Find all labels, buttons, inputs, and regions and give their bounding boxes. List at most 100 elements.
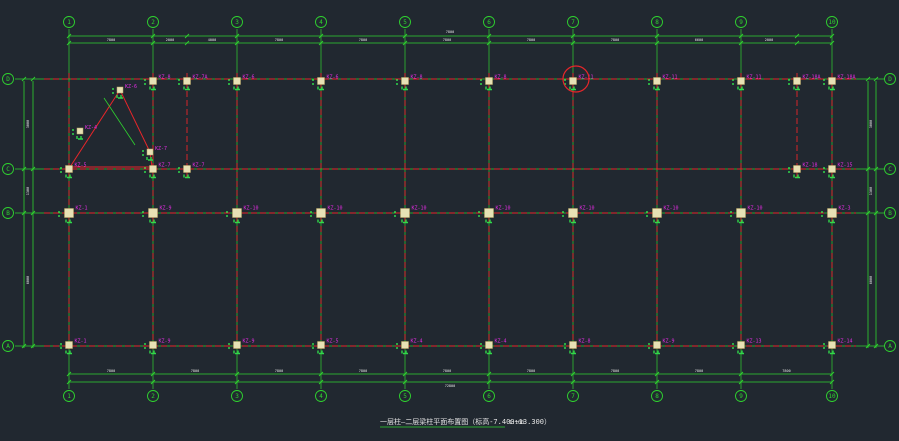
column-label: KZ-10 <box>748 206 763 212</box>
column-section <box>317 341 325 349</box>
column-section <box>149 77 157 85</box>
column-section <box>317 77 325 85</box>
column-label: KZ-9 <box>160 206 172 212</box>
axis-label-5: 5 <box>403 393 407 400</box>
column-section <box>569 341 577 349</box>
column-section <box>65 341 73 349</box>
column-label: KZ-5 <box>75 163 87 169</box>
dimension-text-right: 6000 <box>869 276 873 284</box>
column-section <box>736 208 746 218</box>
dimension-text-left: 3000 <box>26 120 30 128</box>
axis-label-C: C <box>888 166 892 173</box>
column-label: KZ-11 <box>579 75 594 81</box>
dimension-text-left: 6000 <box>26 276 30 284</box>
column-label: KZ-15 <box>838 163 853 169</box>
column-label: KZ-4 <box>495 339 507 345</box>
dimension-text-top: 4000 <box>208 38 216 42</box>
column-section <box>828 77 836 85</box>
axis-label-D: D <box>6 76 10 83</box>
column-section <box>569 77 577 85</box>
column-label: KZ-6 <box>327 75 339 81</box>
column-section <box>737 341 745 349</box>
column-section <box>485 341 493 349</box>
dimension-text-top: 7800 <box>527 38 535 42</box>
column-section <box>652 208 662 218</box>
column-section <box>65 165 73 173</box>
column-label: KZ-4 <box>411 339 423 345</box>
dimension-text-top: 7800 <box>359 38 367 42</box>
dimension-text-right: 1300 <box>869 187 873 195</box>
column-section <box>828 165 836 173</box>
dimension-text-bottom: 7800 <box>191 369 199 373</box>
column-section <box>233 341 241 349</box>
dimension-text-top: 7800 <box>611 38 619 42</box>
axis-label-8: 8 <box>655 393 659 400</box>
column-label: KZ-6 <box>243 75 255 81</box>
column-label: KZ-18A <box>838 75 856 81</box>
column-section <box>400 208 410 218</box>
column-section <box>116 86 124 94</box>
dimension-text-left: 1300 <box>26 187 30 195</box>
column-label: KZ-7 <box>159 163 171 169</box>
axis-label-A: A <box>888 343 892 350</box>
axis-label-B: B <box>6 210 10 217</box>
axis-label-6: 6 <box>487 19 491 26</box>
drawing-canvas[interactable]: 7800 2000 4000 7800 7800 7800 7800 7800 6600 2000… <box>0 0 899 441</box>
column-section <box>653 341 661 349</box>
column-label: KZ-10 <box>496 206 511 212</box>
column-section <box>64 208 74 218</box>
column-section <box>401 77 409 85</box>
axis-label-1: 1 <box>67 393 71 400</box>
axis-label-7: 7 <box>571 19 575 26</box>
column-label: KZ-8 <box>579 339 591 345</box>
dimension-text-top: 7800 <box>275 38 283 42</box>
column-section <box>183 165 191 173</box>
column-section <box>232 208 242 218</box>
dimension-text-bottom: 7800 <box>443 369 451 373</box>
column-section <box>233 77 241 85</box>
axis-label-2: 2 <box>151 393 155 400</box>
column-label: KZ-11 <box>747 75 762 81</box>
column-label: KZ-10 <box>328 206 343 212</box>
column-label: KZ-11 <box>663 75 678 81</box>
column-label: KZ-1 <box>75 339 87 345</box>
column-label: KZ-18A <box>803 75 821 81</box>
column-label: KZ-9 <box>159 339 171 345</box>
column-section <box>484 208 494 218</box>
column-label: KZ-13 <box>747 339 762 345</box>
dimension-text-top: 2000 <box>166 38 174 42</box>
column-section <box>485 77 493 85</box>
column-label: KZ-14 <box>838 339 853 345</box>
column-label: KZ-8 <box>159 75 171 81</box>
column-section <box>828 341 836 349</box>
column-section <box>148 208 158 218</box>
axis-label-9: 9 <box>739 393 743 400</box>
axis-label-C: C <box>6 166 10 173</box>
axis-label-3: 3 <box>235 393 239 400</box>
axis-label-1: 1 <box>67 19 71 26</box>
column-label: KZ-10 <box>664 206 679 212</box>
drawing-title: 一层柱—二层梁柱平面布置图（标高-7.400~13.300） <box>380 417 551 426</box>
dimension-text-bottom: 7800 <box>611 369 619 373</box>
dimension-text-right: 3000 <box>869 120 873 128</box>
column-label: KZ-10 <box>580 206 595 212</box>
axis-label-3: 3 <box>235 19 239 26</box>
dimension-text-bottom: 7800 <box>782 369 790 373</box>
axis-label-A: A <box>6 343 10 350</box>
axis-label-7: 7 <box>571 393 575 400</box>
column-label: KZ-6 <box>125 84 137 90</box>
column-section <box>737 77 745 85</box>
column-label: KZ-7 <box>193 163 205 169</box>
column-section <box>793 77 801 85</box>
column-label: KZ-18 <box>803 163 818 169</box>
column-section <box>401 341 409 349</box>
column-section <box>827 208 837 218</box>
column-label: KZ-4 <box>85 125 97 131</box>
column-section <box>793 165 801 173</box>
column-label: KZ-10 <box>244 206 259 212</box>
dimension-text-bottom: 7800 <box>107 369 115 373</box>
dimension-text-top: 7800 <box>443 38 451 42</box>
dimension-text-bottom-overall: 72800 <box>445 384 456 388</box>
column-label: KZ-7A <box>193 75 208 81</box>
axis-label-8: 8 <box>655 19 659 26</box>
